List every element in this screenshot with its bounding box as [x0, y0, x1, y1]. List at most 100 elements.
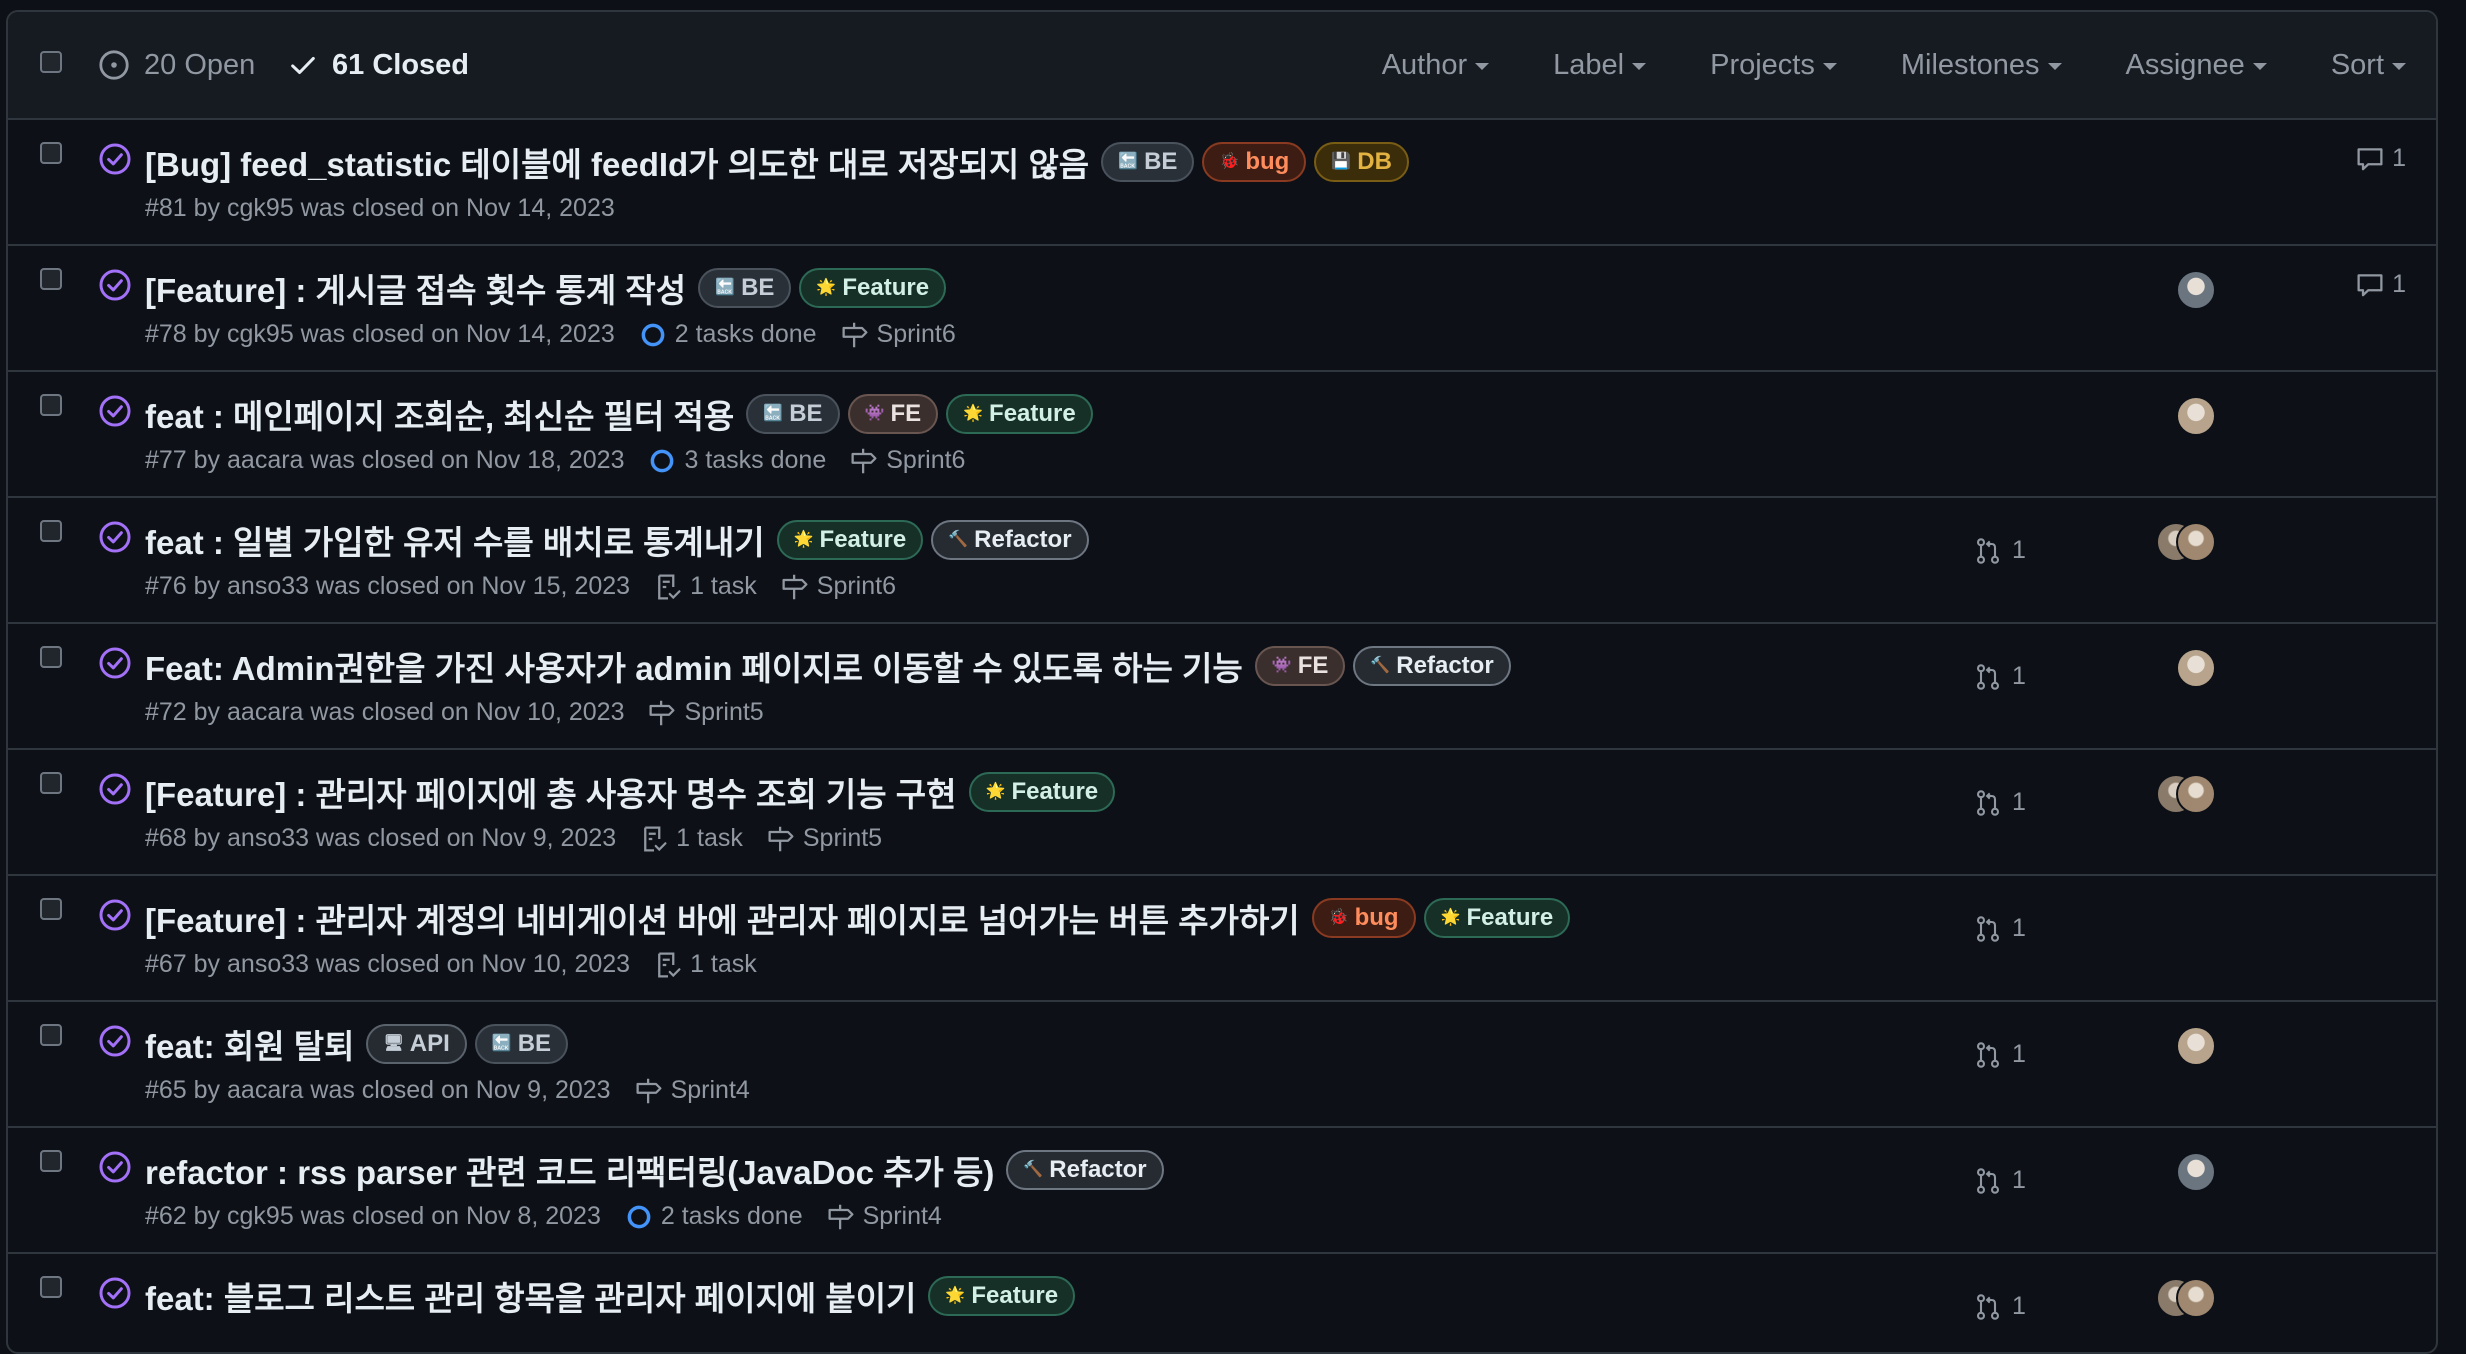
issue-title-line: feat: 블로그 리스트 관리 항목을 관리자 페이지에 붙이기 🌟 Featur…	[145, 1272, 1076, 1320]
open-issues-tab[interactable]: 20 Open	[98, 12, 255, 118]
issue-label[interactable]: 🔨 Refactor	[1353, 646, 1511, 686]
author-filter[interactable]: Author	[1382, 49, 1490, 82]
milestone-link[interactable]: Sprint6	[850, 446, 965, 475]
issue-checkbox[interactable]	[40, 394, 62, 416]
issue-title-link[interactable]: [Feature] : 관리자 계정의 네비게이션 바에 관리자 페이지로 넘어…	[145, 894, 1300, 942]
assignee-avatar[interactable]	[2176, 648, 2216, 688]
issue-title-link[interactable]: [Feature] : 게시글 접속 횟수 통계 작성	[145, 264, 686, 312]
label-emoji-icon: 🌟	[985, 783, 1006, 800]
assignee-avatar[interactable]	[2176, 396, 2216, 436]
issue-checkbox[interactable]	[40, 1024, 62, 1046]
issue-label[interactable]: 🌟 Feature	[946, 394, 1093, 434]
issue-meta-line: #81 by cgk95 was closed on Nov 14, 2023	[145, 194, 615, 223]
issue-checkbox[interactable]	[40, 1150, 62, 1172]
issue-label[interactable]: 🖥 API	[366, 1024, 467, 1064]
label-emoji-icon: 🌟	[963, 405, 984, 422]
issue-checkbox[interactable]	[40, 1276, 62, 1298]
issue-label[interactable]: 🌟 Feature	[928, 1276, 1076, 1316]
issue-label[interactable]: 🐞 bug	[1311, 898, 1416, 938]
select-all-checkbox[interactable]	[40, 51, 62, 73]
assignee-avatar[interactable]	[2176, 1026, 2216, 1066]
issue-closed-icon	[98, 646, 132, 685]
issue-title-link[interactable]: Feat: Admin권한을 가진 사용자가 admin 페이지로 이동할 수 …	[145, 642, 1243, 690]
assignee-avatar[interactable]	[2176, 1152, 2216, 1192]
label-emoji-icon: 🔙	[763, 405, 784, 422]
issue-label[interactable]: 🔨 Refactor	[931, 520, 1089, 560]
label-text: BE	[1144, 148, 1178, 175]
comment-count: 1	[2392, 270, 2406, 298]
comments-link[interactable]: 1	[2356, 270, 2406, 299]
issue-label[interactable]: 💾 DB	[1314, 142, 1409, 182]
issue-checkbox[interactable]	[40, 646, 62, 668]
issue-checkbox[interactable]	[40, 520, 62, 542]
issue-label[interactable]: 🔙 BE	[474, 1024, 569, 1064]
issue-title-link[interactable]: feat: 회원 탈퇴	[145, 1020, 354, 1068]
linked-pr-link[interactable]: 1	[1974, 788, 2026, 817]
linked-pr-count: 1	[2012, 662, 2026, 690]
label-filter[interactable]: Label	[1553, 49, 1647, 82]
sort-filter[interactable]: Sort	[2331, 49, 2406, 82]
issue-label[interactable]: 🐞 bug	[1202, 142, 1307, 182]
issue-label[interactable]: 🌟 Feature	[968, 772, 1116, 812]
issue-title-line: feat : 메인페이지 조회순, 최신순 필터 적용 🔙 BE 👾 FE 🌟 Featur…	[145, 390, 1093, 438]
issue-label[interactable]: 👾 FE	[1254, 646, 1346, 686]
issue-label[interactable]: 🔙 BE	[746, 394, 840, 434]
issue-label[interactable]: 🌟 Feature	[1423, 898, 1571, 938]
linked-pr-link[interactable]: 1	[1974, 914, 2026, 943]
issue-row[interactable]: feat : 일별 가입한 유저 수를 배치로 통계내기 🌟 Feature 🔨 Ref…	[8, 498, 2436, 624]
label-emoji-icon: 👾	[864, 405, 885, 422]
milestone-link[interactable]: Sprint4	[827, 1202, 942, 1231]
issue-title-line: [Feature] : 관리자 페이지에 총 사용자 명수 조회 기능 구현 🌟 F…	[145, 768, 1116, 816]
issue-title-line: [Feature] : 관리자 계정의 네비게이션 바에 관리자 페이지로 넘어…	[145, 894, 1571, 942]
assignee-avatar[interactable]	[2176, 774, 2216, 814]
milestones-filter[interactable]: Milestones	[1901, 49, 2062, 82]
issue-label[interactable]: 🌟 Feature	[776, 520, 924, 560]
issue-label[interactable]: 🌟 Feature	[799, 268, 947, 308]
caret-down-icon	[1632, 63, 1647, 70]
closed-issues-tab[interactable]: 61 Closed	[288, 12, 469, 118]
milestone-link[interactable]: Sprint6	[841, 320, 956, 349]
issue-row[interactable]: [Bug] feed_statistic 테이블에 feedId가 의도한 대로…	[8, 120, 2436, 246]
issue-row[interactable]: feat : 메인페이지 조회순, 최신순 필터 적용 🔙 BE 👾 FE 🌟 Featur…	[8, 372, 2436, 498]
assignee-avatar[interactable]	[2176, 1278, 2216, 1318]
assignee-filter[interactable]: Assignee	[2126, 49, 2267, 82]
milestone-link[interactable]: Sprint4	[635, 1076, 750, 1105]
issue-label[interactable]: 🔙 BE	[1101, 142, 1195, 182]
issue-row[interactable]: feat: 블로그 리스트 관리 항목을 관리자 페이지에 붙이기 🌟 Featur…	[8, 1254, 2436, 1352]
milestone-link[interactable]: Sprint6	[781, 572, 896, 601]
issue-title-link[interactable]: feat : 메인페이지 조회순, 최신순 필터 적용	[145, 390, 734, 438]
linked-pr-link[interactable]: 1	[1974, 662, 2026, 691]
issue-label[interactable]: 👾 FE	[847, 394, 939, 434]
issue-row[interactable]: [Feature] : 관리자 계정의 네비게이션 바에 관리자 페이지로 넘어…	[8, 876, 2436, 1002]
issue-row[interactable]: feat: 회원 탈퇴 🖥 API 🔙 BE #65 by aacara was clos…	[8, 1002, 2436, 1128]
assignee-avatar[interactable]	[2176, 270, 2216, 310]
progress-circle-icon	[627, 1205, 651, 1228]
issue-row[interactable]: [Feature] : 게시글 접속 횟수 통계 작성 🔙 BE 🌟 Feature #7…	[8, 246, 2436, 372]
assignee-avatar[interactable]	[2176, 522, 2216, 562]
label-text: Feature	[842, 274, 930, 301]
milestone-link[interactable]: Sprint5	[767, 824, 882, 853]
issue-checkbox[interactable]	[40, 898, 62, 920]
label-emoji-icon: 🔙	[1118, 153, 1139, 170]
issue-checkbox[interactable]	[40, 772, 62, 794]
projects-filter[interactable]: Projects	[1710, 49, 1837, 82]
issue-row[interactable]: refactor : rss parser 관련 코드 리팩터링(JavaDoc…	[8, 1128, 2436, 1254]
issue-title-link[interactable]: feat : 일별 가입한 유저 수를 배치로 통계내기	[145, 516, 765, 564]
issue-row[interactable]: Feat: Admin권한을 가진 사용자가 admin 페이지로 이동할 수 …	[8, 624, 2436, 750]
issue-row[interactable]: [Feature] : 관리자 페이지에 총 사용자 명수 조회 기능 구현 🌟 F…	[8, 750, 2436, 876]
label-text: Refactor	[974, 526, 1072, 553]
milestone-link[interactable]: Sprint5	[648, 698, 764, 727]
comments-link[interactable]: 1	[2356, 144, 2406, 173]
issue-title-link[interactable]: [Bug] feed_statistic 테이블에 feedId가 의도한 대로…	[145, 138, 1089, 186]
issue-title-link[interactable]: refactor : rss parser 관련 코드 리팩터링(JavaDoc…	[145, 1146, 994, 1194]
linked-pr-link[interactable]: 1	[1974, 1292, 2026, 1321]
issue-label[interactable]: 🔙 BE	[698, 268, 792, 308]
issue-title-link[interactable]: [Feature] : 관리자 페이지에 총 사용자 명수 조회 기능 구현	[145, 768, 957, 816]
issue-checkbox[interactable]	[40, 142, 62, 164]
issue-label[interactable]: 🔨 Refactor	[1006, 1150, 1164, 1190]
linked-pr-link[interactable]: 1	[1974, 1166, 2026, 1195]
linked-pr-link[interactable]: 1	[1974, 536, 2026, 565]
issue-checkbox[interactable]	[40, 268, 62, 290]
linked-pr-link[interactable]: 1	[1974, 1040, 2026, 1069]
issue-title-link[interactable]: feat: 블로그 리스트 관리 항목을 관리자 페이지에 붙이기	[145, 1272, 916, 1320]
